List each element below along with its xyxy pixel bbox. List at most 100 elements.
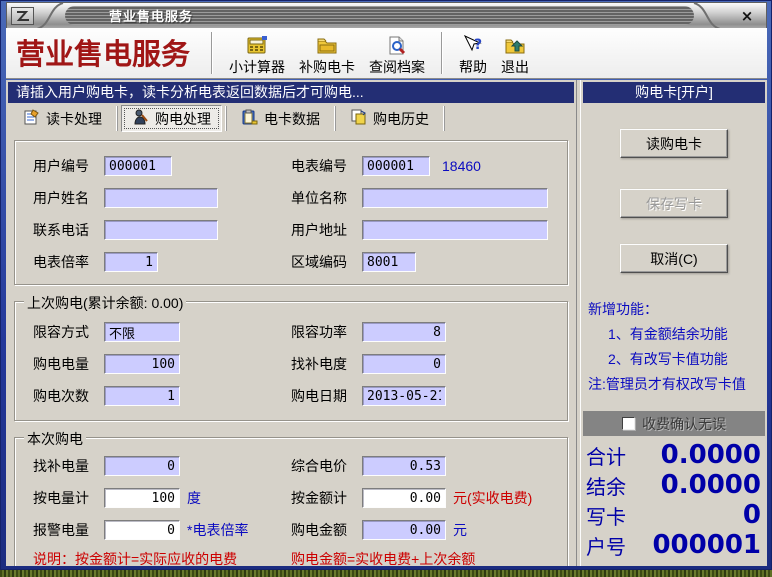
- unit-price-input[interactable]: [362, 456, 446, 476]
- exit-button[interactable]: 退出: [494, 29, 536, 77]
- unit-name-input[interactable]: [362, 188, 548, 208]
- total-value: 0.0000: [661, 440, 761, 470]
- calculator-button[interactable]: 小计算器: [222, 29, 292, 77]
- times-input[interactable]: [104, 386, 180, 406]
- tab-read-card[interactable]: 读卡处理: [12, 105, 113, 132]
- meter-ratio-input[interactable]: [104, 252, 158, 272]
- meter-no-input[interactable]: [362, 156, 430, 176]
- write-card-label: 写卡: [586, 501, 626, 530]
- unit-name-label: 单位名称: [291, 188, 362, 208]
- archive-button[interactable]: 查阅档案: [362, 29, 432, 77]
- account-row: 户号 000001: [586, 530, 761, 560]
- phone-input[interactable]: [104, 220, 218, 240]
- app-title: 营业售电服务: [6, 31, 202, 75]
- by-qty-label: 按电量计: [33, 488, 104, 508]
- unit-price-label: 综合电价: [291, 456, 362, 476]
- user-info-group: 用户编号 电表编号 18460 用户姓名: [14, 140, 568, 285]
- tab-bar: 读卡处理 购电处理 电卡数据 购电历史: [6, 103, 576, 134]
- amount-label: 购电金额: [291, 520, 362, 540]
- archive-search-icon: [385, 35, 409, 56]
- tab-card-data-label: 电卡数据: [264, 109, 320, 129]
- content: 请插入用户购电卡，读卡分析电表返回数据后才可购电... 读卡处理 购电处理 电卡…: [6, 80, 767, 566]
- meter-no-extra: 18460: [442, 158, 481, 174]
- exit-icon: [503, 35, 527, 56]
- totals: 合计 0.0000 结余 0.0000 写卡 0 户号 000001: [586, 440, 761, 560]
- area-code-input[interactable]: [362, 252, 416, 272]
- toolbar: 营业售电服务 小计算器 补购电卡 查阅档案 ? 帮助 退出: [6, 28, 767, 79]
- app-logo-icon: [11, 7, 34, 25]
- form-area: 用户编号 电表编号 18460 用户姓名: [6, 134, 576, 566]
- svg-text:?: ?: [474, 37, 482, 53]
- write-card-value: 0: [743, 500, 761, 530]
- app-window: 营业售电服务 × 营业售电服务 小计算器 补购电卡 查阅档案 ? 帮助 退出: [0, 0, 772, 577]
- titlebar-curve-right: [692, 3, 722, 29]
- status-message: 请插入用户购电卡，读卡分析电表返回数据后才可购电...: [8, 82, 574, 103]
- tab-separator: [225, 106, 227, 131]
- tab-card-data[interactable]: 电卡数据: [230, 105, 331, 132]
- confirm-label: 收费确认无误: [642, 414, 726, 434]
- limit-power-input[interactable]: [362, 322, 446, 342]
- buy-card-button[interactable]: 补购电卡: [292, 29, 362, 77]
- alarm-qty-input[interactable]: [104, 520, 180, 540]
- total-row: 结余 0.0000: [586, 470, 761, 500]
- tab-history-label: 购电历史: [373, 109, 429, 129]
- calculator-icon: [245, 35, 269, 56]
- limit-power-label: 限容功率: [291, 322, 362, 342]
- by-qty-input[interactable]: [104, 488, 180, 508]
- titlebar: 营业售电服务 ×: [6, 2, 767, 28]
- current-purchase-title: 本次购电: [24, 429, 86, 449]
- by-amount-input[interactable]: [362, 488, 446, 508]
- last-purchase-group: 上次购电(累计余额: 0.00) 限容方式 限容功率 购电电: [14, 301, 568, 421]
- limit-mode-input[interactable]: [104, 322, 180, 342]
- help-button[interactable]: ? 帮助: [452, 29, 494, 77]
- address-input[interactable]: [362, 220, 548, 240]
- phone-label: 联系电话: [33, 220, 104, 240]
- area-code-label: 区域编码: [291, 252, 362, 272]
- times-label: 购电次数: [33, 386, 104, 406]
- adjust-degree-label: 找补电度: [291, 354, 362, 374]
- account-value: 000001: [652, 530, 761, 560]
- adjust-qty-input[interactable]: [104, 456, 180, 476]
- save-write-button[interactable]: 保存写卡: [620, 189, 728, 218]
- by-amount-label: 按金额计: [291, 488, 362, 508]
- close-button[interactable]: ×: [736, 6, 758, 26]
- adjust-degree-input[interactable]: [362, 354, 446, 374]
- confirm-checkbox[interactable]: [622, 417, 635, 430]
- read-card-icon: [23, 109, 40, 128]
- side-panel: 购电卡[开户] 读购电卡 保存写卡 取消(C) 新增功能： 1、有金额结余功能 …: [581, 80, 767, 566]
- user-name-input[interactable]: [104, 188, 218, 208]
- exit-label: 退出: [501, 57, 529, 77]
- alarm-qty-label: 报警电量: [33, 520, 104, 540]
- current-purchase-group: 本次购电 找补电量 综合电价 按电量计: [14, 437, 568, 566]
- last-purchase-title: 上次购电(累计余额: 0.00): [24, 293, 186, 313]
- balance-label: 结余: [586, 471, 626, 500]
- tab-purchase-label: 购电处理: [155, 109, 211, 129]
- meter-ratio-label: 电表倍率: [33, 252, 104, 272]
- tab-separator: [116, 106, 118, 131]
- note-line: 2、有改写卡值功能: [588, 347, 767, 372]
- alarm-qty-suffix: *电表倍率: [187, 520, 248, 540]
- archive-label: 查阅档案: [369, 57, 425, 77]
- titlebar-curve-left: [35, 3, 65, 29]
- meter-no-label: 电表编号: [291, 156, 362, 176]
- adjust-qty-label: 找补电量: [33, 456, 104, 476]
- date-label: 购电日期: [291, 386, 362, 406]
- titlebar-stripes: 营业售电服务: [65, 6, 694, 25]
- energy-label: 购电电量: [33, 354, 104, 374]
- total-row: 合计 0.0000: [586, 440, 761, 470]
- confirm-bar[interactable]: 收费确认无误: [583, 411, 765, 436]
- limit-mode-label: 限容方式: [33, 322, 104, 342]
- user-name-label: 用户姓名: [33, 188, 104, 208]
- amount-input[interactable]: [362, 520, 446, 540]
- by-qty-suffix: 度: [187, 488, 201, 508]
- date-input[interactable]: [362, 386, 446, 406]
- toolbar-separator: [211, 32, 213, 74]
- energy-input[interactable]: [104, 354, 180, 374]
- read-card-button[interactable]: 读购电卡: [620, 129, 728, 158]
- tab-history[interactable]: 购电历史: [339, 105, 440, 132]
- folder-plus-icon: [315, 35, 339, 56]
- panel-title: 购电卡[开户]: [583, 82, 765, 103]
- user-no-input[interactable]: [104, 156, 172, 176]
- cancel-button[interactable]: 取消(C): [620, 244, 728, 273]
- tab-purchase[interactable]: 购电处理: [121, 105, 222, 132]
